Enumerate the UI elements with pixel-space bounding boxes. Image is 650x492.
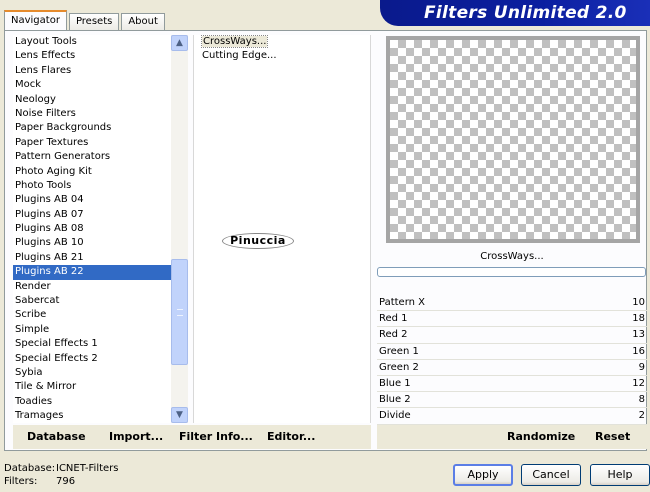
category-item[interactable]: Plugins AB 04 [13, 193, 188, 207]
parameter-name: Red 1 [379, 313, 408, 325]
category-item[interactable]: Tile & Mirror [13, 380, 188, 394]
parameter-name: Green 1 [379, 345, 419, 357]
filter-list[interactable]: CrossWays... Cutting Edge... Pinuccia [193, 35, 371, 423]
category-item[interactable]: Lens Effects [13, 49, 188, 63]
category-item[interactable]: Render [13, 280, 188, 294]
editor-button[interactable]: Editor... [267, 430, 315, 443]
category-item[interactable]: Paper Backgrounds [13, 121, 188, 135]
preview-area [386, 36, 640, 243]
parameter-list: Pattern X 10 Red 1 18 Red 2 13 Green 1 16 Green … [377, 295, 647, 425]
randomize-button[interactable]: Randomize [507, 430, 575, 443]
parameter-slider[interactable]: Red 1 18 [377, 311, 647, 328]
category-item[interactable]: Sybia [13, 366, 188, 380]
parameter-name: Divide [379, 410, 411, 422]
navigator-panel: Layout Tools Lens Effects Lens Flares Mock N… [4, 30, 647, 451]
parameter-value: 10 [632, 297, 645, 308]
category-item[interactable]: Lens Flares [13, 64, 188, 78]
filter-item-label: Cutting Edge... [202, 50, 277, 62]
import-button[interactable]: Import... [109, 430, 163, 443]
category-item[interactable]: Layout Tools [13, 35, 188, 49]
parameter-name: Blue 1 [379, 377, 411, 389]
category-item[interactable]: Special Effects 2 [13, 352, 188, 366]
parameter-name: Green 2 [379, 361, 419, 373]
parameter-button-bar: Randomize Reset [377, 425, 647, 449]
parameter-slider[interactable]: Green 1 16 [377, 344, 647, 360]
scroll-thumb[interactable] [171, 259, 188, 365]
category-item[interactable]: Paper Textures [13, 136, 188, 150]
category-item[interactable]: Neology [13, 93, 188, 107]
cancel-button[interactable]: Cancel [521, 464, 581, 486]
parameter-value: 16 [632, 345, 645, 357]
category-item[interactable]: Sabercat [13, 294, 188, 308]
parameter-value: 2 [638, 410, 645, 422]
parameter-slider[interactable]: Green 2 9 [377, 360, 647, 376]
preview-caption: CrossWays... [480, 251, 544, 262]
navigator-button-bar: Database Import... Filter Info... Editor… [13, 425, 371, 449]
watermark-logo: Pinuccia [222, 233, 294, 249]
app-title-banner: Filters Unlimited 2.0 [380, 0, 650, 26]
filter-item-label: CrossWays... [200, 35, 269, 48]
category-item[interactable]: Toadies [13, 395, 188, 409]
parameter-value: 9 [638, 361, 645, 373]
scroll-down-icon[interactable]: ▼ [171, 407, 188, 423]
filter-item[interactable]: Cutting Edge... [194, 49, 370, 63]
category-item[interactable]: Scribe [13, 308, 188, 322]
filter-info-button[interactable]: Filter Info... [179, 430, 253, 443]
parameter-name: Blue 2 [379, 394, 411, 406]
parameter-value: 12 [632, 377, 645, 389]
filters-count: 796 [56, 476, 76, 487]
database-value: ICNET-Filters [56, 463, 119, 474]
category-item[interactable]: Pattern Generators [13, 150, 188, 164]
category-item[interactable]: Simple [13, 323, 188, 337]
category-scrollbar[interactable]: ▲ ▼ [171, 35, 188, 423]
parameter-value: 13 [632, 329, 645, 341]
category-item[interactable]: Plugins AB 07 [13, 208, 188, 222]
category-item[interactable]: Plugins AB 10 [13, 236, 188, 250]
filter-item[interactable]: CrossWays... [194, 35, 370, 49]
category-item[interactable]: Photo Tools [13, 179, 188, 193]
help-button[interactable]: Help [590, 464, 650, 486]
apply-button[interactable]: Apply [453, 464, 513, 486]
category-item[interactable]: Special Effects 1 [13, 337, 188, 351]
tab-strip: Navigator Presets About [4, 10, 167, 30]
tab-navigator[interactable]: Navigator [4, 10, 67, 30]
category-item[interactable]: Mock [13, 78, 188, 92]
tab-presets[interactable]: Presets [68, 13, 120, 30]
category-item[interactable]: Noise Filters [13, 107, 188, 121]
category-item[interactable]: Plugins AB 08 [13, 222, 188, 236]
category-item[interactable]: Plugins AB 21 [13, 251, 188, 265]
parameter-slider[interactable]: Blue 2 8 [377, 392, 647, 409]
database-button[interactable]: Database [27, 430, 86, 443]
parameter-slider[interactable]: Blue 1 12 [377, 376, 647, 393]
database-label: Database: [4, 463, 56, 474]
database-info: Database:ICNET-Filters Filters: 796 [4, 462, 119, 488]
progress-bar [377, 267, 646, 277]
parameter-name: Red 2 [379, 329, 408, 341]
category-item[interactable]: Plugins AB 22 [13, 265, 188, 280]
parameter-value: 8 [638, 394, 645, 406]
parameter-slider[interactable]: Red 2 13 [377, 327, 647, 344]
tab-about[interactable]: About [121, 13, 165, 30]
filters-label: Filters: [4, 476, 38, 487]
reset-button[interactable]: Reset [595, 430, 630, 443]
parameter-slider[interactable]: Pattern X 10 [377, 295, 647, 312]
parameter-value: 18 [632, 313, 645, 325]
parameter-slider[interactable]: Divide 2 [377, 408, 647, 425]
category-list[interactable]: Layout Tools Lens Effects Lens Flares Mock N… [13, 35, 188, 423]
scroll-up-icon[interactable]: ▲ [171, 35, 188, 51]
parameter-name: Pattern X [379, 297, 426, 308]
category-item[interactable]: Tramages [13, 409, 188, 423]
category-item[interactable]: Photo Aging Kit [13, 165, 188, 179]
